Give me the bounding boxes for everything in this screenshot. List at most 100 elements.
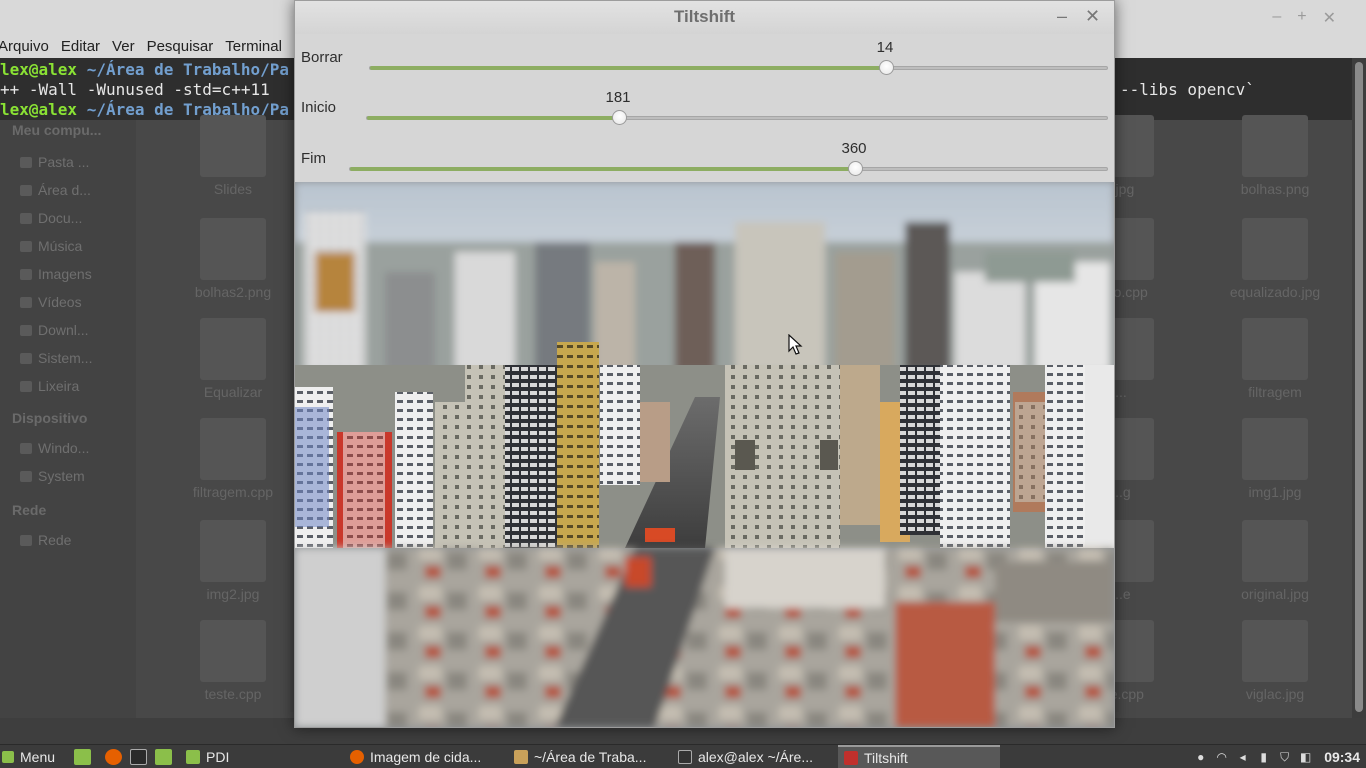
sidebar-item[interactable]: Imagens: [20, 266, 92, 282]
sidebar-item-label: Lixeira: [38, 378, 80, 394]
sidebar-section-heading: Dispositivo: [12, 410, 88, 426]
file-item[interactable]: teste.cpp: [178, 620, 288, 702]
mint-logo-icon: [2, 751, 14, 763]
file-item[interactable]: filtragem.cpp: [178, 418, 288, 500]
terminal-window-controls: – + ✕: [1272, 8, 1336, 28]
file-thumbnail-icon: [200, 620, 266, 682]
file-item[interactable]: viglac.jpg: [1220, 620, 1330, 702]
file-thumbnail-icon: [1242, 620, 1308, 682]
sidebar-item-label: Pasta ...: [38, 154, 90, 170]
file-item[interactable]: equalizado.jpg: [1220, 218, 1330, 300]
trackbar-fill: [350, 167, 855, 171]
trackbar-handle[interactable]: [879, 60, 894, 75]
files-launcher-icon[interactable]: [155, 749, 172, 765]
file-item[interactable]: img1.jpg: [1220, 418, 1330, 500]
update-shield-icon[interactable]: ⛉: [1278, 750, 1291, 764]
battery-icon[interactable]: ▮: [1257, 750, 1270, 764]
sidebar-item-label: Docu...: [38, 210, 83, 226]
trackbar-label: Borrar: [301, 49, 343, 66]
sidebar-item[interactable]: Rede: [20, 532, 71, 548]
file-item[interactable]: bolhas.png: [1220, 115, 1330, 197]
folder-icon: [20, 212, 32, 224]
tiltshift-titlebar[interactable]: Tiltshift – ✕: [295, 1, 1114, 34]
file-item[interactable]: Slides: [178, 115, 288, 197]
firefox-launcher-icon[interactable]: [105, 749, 122, 765]
show-desktop-icon[interactable]: [74, 749, 91, 765]
sidebar-item[interactable]: System: [20, 468, 85, 484]
menu-arquivo[interactable]: Arquivo: [0, 38, 49, 55]
trackbar-borrar: Borrar 14: [295, 34, 1114, 84]
terminal-minimize-icon[interactable]: –: [1272, 8, 1281, 28]
sidebar-item[interactable]: Área d...: [20, 182, 91, 198]
trackbar-handle[interactable]: [848, 161, 863, 176]
menu-pesquisar[interactable]: Pesquisar: [147, 38, 214, 55]
sidebar-item-label: Imagens: [38, 266, 92, 282]
trackbar-value: 181: [605, 89, 631, 106]
window-title: Tiltshift: [673, 7, 736, 26]
file-thumbnail-icon: [200, 115, 266, 177]
folder-icon: [20, 380, 32, 392]
task-tiltshift[interactable]: Tiltshift: [838, 745, 1000, 768]
task-firefox[interactable]: Imagem de cida...: [344, 745, 504, 768]
taskbar: Menu PDI Imagem de cida... ~/Área de Tra…: [0, 744, 1366, 768]
task-pdi[interactable]: PDI: [180, 745, 338, 768]
file-item[interactable]: img2.jpg: [178, 520, 288, 602]
file-item[interactable]: original.jpg: [1220, 520, 1330, 602]
notifications-icon[interactable]: ◧: [1299, 750, 1312, 764]
minimize-icon[interactable]: –: [1057, 6, 1067, 27]
file-item[interactable]: bolhas2.png: [178, 218, 288, 300]
trackbar-track[interactable]: [366, 110, 1108, 125]
folder-icon: [20, 156, 32, 168]
file-thumbnail-icon: [200, 318, 266, 380]
file-name: filtragem: [1248, 384, 1302, 400]
task-label: Tiltshift: [864, 750, 908, 766]
trackbar-track[interactable]: [369, 60, 1108, 75]
close-icon[interactable]: ✕: [1085, 6, 1100, 27]
file-thumbnail-icon: [200, 218, 266, 280]
file-item[interactable]: filtragem: [1220, 318, 1330, 400]
mouse-pointer-icon: [788, 334, 803, 355]
volume-icon[interactable]: ◂: [1236, 750, 1249, 764]
folder-icon: [20, 534, 32, 546]
sidebar-item[interactable]: Vídeos: [20, 294, 82, 310]
start-menu-button[interactable]: Menu: [0, 745, 55, 768]
file-name: Slides: [213, 181, 253, 197]
sidebar-item[interactable]: Downl...: [20, 322, 89, 338]
terminal-launcher-icon[interactable]: [130, 749, 147, 765]
file-item[interactable]: Equalizar: [178, 318, 288, 400]
sidebar-item[interactable]: Windo...: [20, 440, 89, 456]
folder-icon: [20, 240, 32, 252]
terminal-maximize-icon[interactable]: +: [1297, 8, 1306, 28]
menu-ver[interactable]: Ver: [112, 38, 135, 55]
trackbar-track[interactable]: [349, 161, 1108, 176]
terminal-line: ++ -Wall -Wunused -std=c++11: [0, 80, 270, 99]
terminal-scrollbar-thumb[interactable]: [1355, 62, 1363, 712]
trackbar-handle[interactable]: [612, 110, 627, 125]
trackbar-inicio: Inicio 181: [295, 84, 1114, 134]
file-thumbnail-icon: [1242, 115, 1308, 177]
sidebar-item[interactable]: Música: [20, 238, 82, 254]
trackbar-value: 14: [876, 39, 894, 56]
folder-icon: [20, 296, 32, 308]
sidebar-item[interactable]: Docu...: [20, 210, 82, 226]
sidebar-item-label: Sistem...: [38, 350, 93, 366]
terminal-close-icon[interactable]: ✕: [1323, 8, 1336, 28]
task-editor[interactable]: ~/Área de Traba...: [508, 745, 668, 768]
menu-terminal[interactable]: Terminal: [225, 38, 282, 55]
sidebar-item[interactable]: Lixeira: [20, 378, 79, 394]
menu-editar[interactable]: Editar: [61, 38, 100, 55]
file-thumbnail-icon: [1242, 520, 1308, 582]
sidebar-item[interactable]: Sistem...: [20, 350, 92, 366]
folder-icon: [186, 750, 200, 764]
user-icon[interactable]: ●: [1194, 750, 1207, 764]
sidebar-item[interactable]: Pasta ...: [20, 154, 89, 170]
trackbar-fill: [370, 66, 886, 70]
file-name: viglac.jpg: [1245, 686, 1305, 702]
file-thumbnail-icon: [1242, 218, 1308, 280]
clock[interactable]: 09:34: [1324, 749, 1360, 765]
wifi-icon[interactable]: ◠: [1215, 750, 1228, 764]
task-terminal[interactable]: alex@alex ~/Áre...: [672, 745, 832, 768]
folder-icon: [20, 352, 32, 364]
file-manager-sidebar: Meu compu... Pasta ... Área d... Docu... Mús…: [0, 120, 136, 720]
folder-icon: [20, 268, 32, 280]
